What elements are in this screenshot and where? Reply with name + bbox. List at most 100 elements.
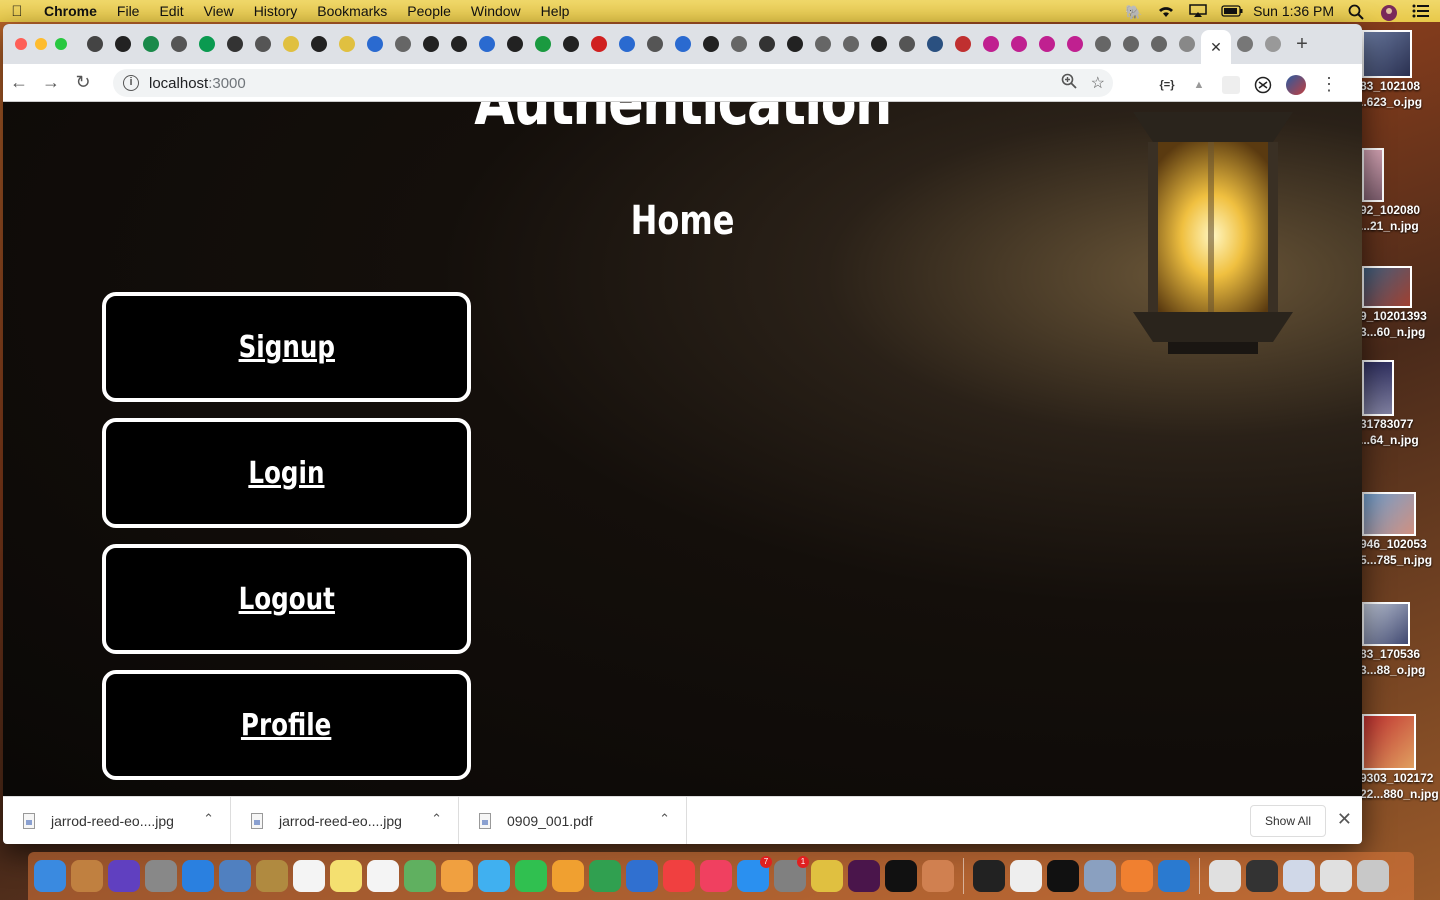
desktop-file[interactable]: 83_170536 3...88_o.jpg <box>1360 602 1440 678</box>
facetime-icon[interactable] <box>515 860 547 892</box>
active-tab[interactable]: ✕ <box>1201 30 1231 64</box>
browser-tab[interactable] <box>1033 24 1061 64</box>
browser-tab[interactable] <box>669 24 697 64</box>
menu-history[interactable]: History <box>244 3 308 19</box>
site-info-icon[interactable]: i <box>123 75 139 91</box>
browser-tab[interactable] <box>137 24 165 64</box>
download-item[interactable]: jarrod-reed-eo....jpg ⌃ <box>3 796 231 844</box>
menu-bookmarks[interactable]: Bookmarks <box>307 3 397 19</box>
browser-tab[interactable] <box>417 24 445 64</box>
browser-tab[interactable] <box>865 24 893 64</box>
keynote-icon[interactable] <box>626 860 658 892</box>
profile-link[interactable]: Profile <box>241 708 331 743</box>
browser-tab[interactable] <box>641 24 669 64</box>
browser-tab[interactable] <box>949 24 977 64</box>
desktop-file[interactable]: 31783077 ...64_n.jpg <box>1360 360 1440 448</box>
reload-icon[interactable]: ↻ <box>67 72 99 93</box>
spotlight-search-icon[interactable] <box>1348 4 1366 20</box>
signup-link[interactable]: Signup <box>238 330 334 365</box>
apple-icon[interactable]:  <box>0 3 34 20</box>
new-tab-button[interactable]: + <box>1287 33 1317 56</box>
activity-monitor-icon[interactable] <box>973 860 1005 892</box>
browser-tab[interactable] <box>977 24 1005 64</box>
chevron-up-icon[interactable]: ⌃ <box>203 811 214 827</box>
system-prefs-icon[interactable]: 1 <box>774 856 809 892</box>
menu-view[interactable]: View <box>194 3 244 19</box>
desktop-file[interactable]: 92_102080 ...21_n.jpg <box>1360 148 1440 234</box>
clock[interactable]: Sun 1:36 PM <box>1253 3 1334 19</box>
browser-tab[interactable] <box>81 24 109 64</box>
desktop-file[interactable]: 946_102053 5...785_n.jpg <box>1360 492 1440 568</box>
menu-help[interactable]: Help <box>531 3 580 19</box>
notification-center-icon[interactable] <box>1412 4 1430 18</box>
vscode-icon[interactable] <box>1158 860 1190 892</box>
extension-icon[interactable] <box>1222 75 1240 94</box>
browser-tab[interactable] <box>753 24 781 64</box>
numbers-icon[interactable] <box>589 860 621 892</box>
notes-icon[interactable] <box>330 860 362 892</box>
screenshot-stack-icon[interactable] <box>1246 860 1278 892</box>
browser-tab[interactable] <box>725 24 753 64</box>
browser-tab[interactable] <box>501 24 529 64</box>
textedit-icon[interactable] <box>1010 860 1042 892</box>
siri-icon[interactable] <box>108 860 140 892</box>
sublime-icon[interactable] <box>1121 860 1153 892</box>
browser-tab[interactable] <box>1231 24 1259 64</box>
vpn-icon[interactable] <box>1254 76 1272 94</box>
show-all-button[interactable]: Show All <box>1249 805 1326 837</box>
music-icon[interactable] <box>700 860 732 892</box>
reminders-icon[interactable] <box>367 860 399 892</box>
browser-tab[interactable] <box>193 24 221 64</box>
wifi-icon[interactable] <box>1157 4 1175 18</box>
address-bar[interactable]: i localhost:3000 ☆ <box>113 69 1113 97</box>
minimize-window-button[interactable] <box>35 38 47 50</box>
browser-tab[interactable] <box>389 24 417 64</box>
browser-tab[interactable] <box>305 24 333 64</box>
logout-card[interactable]: Logout <box>102 544 471 654</box>
slack-icon[interactable] <box>848 860 880 892</box>
browser-tab[interactable] <box>473 24 501 64</box>
browser-tab[interactable] <box>893 24 921 64</box>
browser-tab[interactable] <box>445 24 473 64</box>
app-store-icon[interactable]: 7 <box>737 856 772 892</box>
browser-tab[interactable] <box>1117 24 1145 64</box>
downloads-stack-icon[interactable] <box>1209 860 1241 892</box>
forward-icon[interactable]: → <box>35 72 67 93</box>
desktop-stack-icon[interactable] <box>1320 860 1352 892</box>
browser-tab[interactable] <box>109 24 137 64</box>
battery-icon[interactable] <box>1221 4 1243 18</box>
close-tab-icon[interactable]: ✕ <box>1210 39 1222 56</box>
calendar-icon[interactable] <box>293 860 325 892</box>
browser-tab[interactable] <box>361 24 389 64</box>
bookmark-star-icon[interactable]: ☆ <box>1091 73 1105 94</box>
profile-card[interactable]: Profile <box>102 670 471 780</box>
guitar-icon[interactable] <box>71 860 103 892</box>
back-icon[interactable]: ← <box>3 72 35 93</box>
messages-icon[interactable] <box>478 860 510 892</box>
preview-icon[interactable] <box>1084 860 1116 892</box>
browser-tab[interactable] <box>1005 24 1033 64</box>
login-card[interactable]: Login <box>102 418 471 528</box>
browser-tab[interactable] <box>277 24 305 64</box>
trash-icon[interactable] <box>1357 860 1389 892</box>
launchpad-icon[interactable] <box>145 860 177 892</box>
mail-icon[interactable] <box>219 860 251 892</box>
evernote-icon[interactable]: 🐘 <box>1125 4 1143 20</box>
browser-tab[interactable] <box>921 24 949 64</box>
terminal-icon[interactable] <box>1047 860 1079 892</box>
logout-link[interactable]: Logout <box>238 582 334 617</box>
terminal-app-icon[interactable] <box>885 860 917 892</box>
menu-edit[interactable]: Edit <box>149 3 193 19</box>
chevron-up-icon[interactable]: ⌃ <box>431 811 442 827</box>
close-window-button[interactable] <box>15 38 27 50</box>
tree-icon[interactable]: ▲ <box>1190 76 1208 94</box>
menu-kebab-icon[interactable]: ⋮ <box>1320 74 1338 95</box>
airplay-icon[interactable] <box>1189 4 1207 18</box>
browser-tab[interactable] <box>1173 24 1201 64</box>
photos-icon[interactable] <box>441 860 473 892</box>
news-icon[interactable] <box>663 860 695 892</box>
zoom-window-button[interactable] <box>55 38 67 50</box>
browser-tab[interactable] <box>165 24 193 64</box>
browser-tab[interactable] <box>781 24 809 64</box>
browser-tab[interactable] <box>1089 24 1117 64</box>
